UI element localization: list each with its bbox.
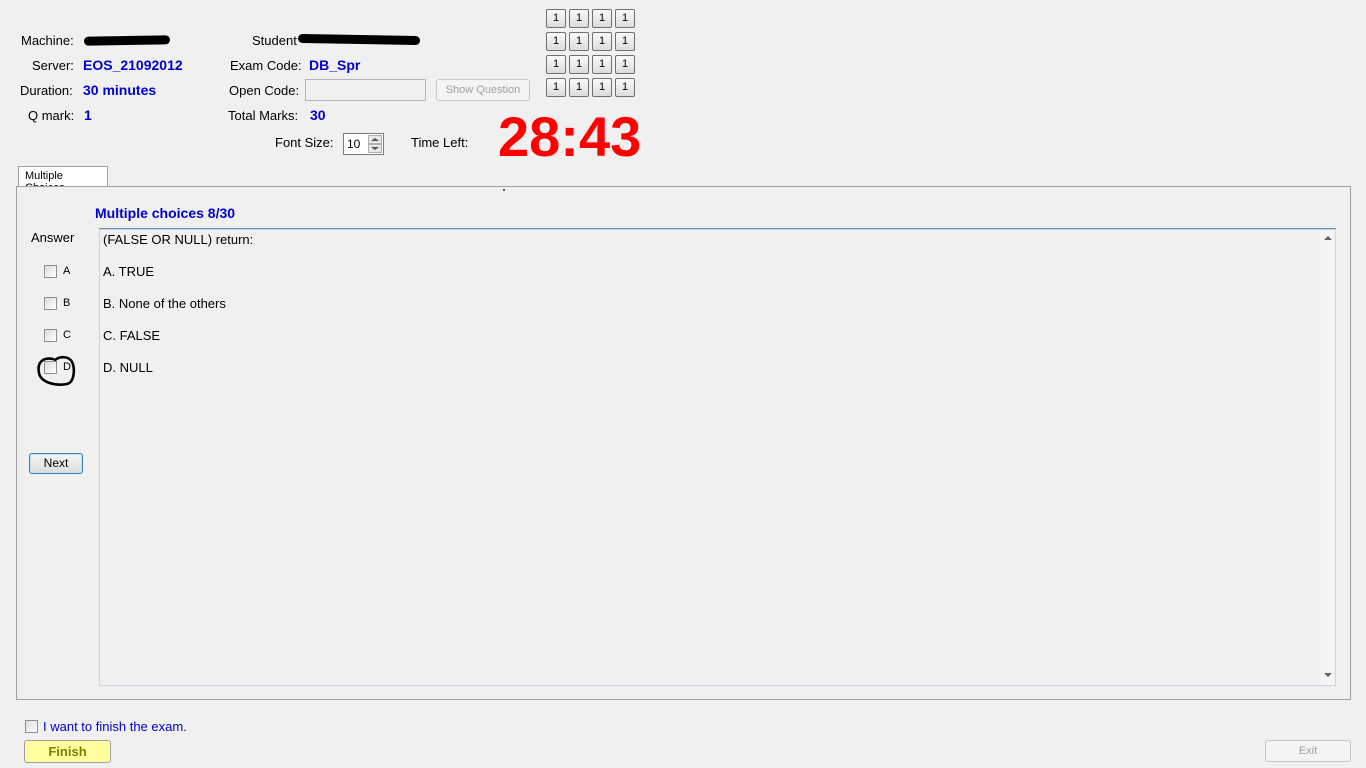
student-redaction [297,33,421,46]
answer-checkbox-a-label: A [63,265,71,277]
option-d-text: D. NULL [103,360,153,375]
question-grid-button[interactable]: 1 [569,9,589,28]
machine-label: Machine: [21,33,74,48]
total-marks-label: Total Marks: [228,108,299,123]
tab-multiple-choices[interactable]: Multiple Choices [18,166,108,194]
question-grid-button[interactable]: 1 [615,9,635,28]
open-code-label: Open Code: [229,83,300,98]
duration-value: 30 minutes [83,82,157,98]
hand-drawn-circle-annotation [37,355,76,386]
panel-dot [503,189,505,191]
option-c-text: C. FALSE [103,328,161,343]
question-scrollbar[interactable] [1320,230,1335,685]
question-grid-button[interactable]: 1 [569,55,589,74]
show-question-button[interactable]: Show Question [436,79,530,101]
spinner-up-button[interactable] [368,135,382,144]
question-grid-button[interactable]: 1 [592,78,612,97]
exit-button[interactable]: Exit [1265,740,1351,762]
question-grid-button[interactable]: 1 [615,32,635,51]
qmark-value: 1 [84,107,92,123]
question-stem: (FALSE OR NULL) return: [103,232,254,247]
duration-label: Duration: [20,83,73,98]
student-label: Student [252,33,297,48]
question-grid-button[interactable]: 1 [546,9,566,28]
question-grid-button[interactable]: 1 [592,55,612,74]
question-grid-button[interactable]: 1 [546,32,566,51]
spinner-down-icon [371,147,379,150]
option-b-text: B. None of the others [103,296,226,311]
exam-code-value: DB_Spr [309,57,361,73]
open-code-input[interactable] [305,79,426,101]
timer-value: 28:43 [498,105,642,168]
answer-checkbox-c[interactable] [44,329,57,342]
question-grid-button[interactable]: 1 [592,9,612,28]
scroll-up-icon[interactable] [1324,236,1332,240]
answer-checkbox-a[interactable] [44,265,57,278]
font-size-label: Font Size: [275,135,334,150]
question-grid-button[interactable]: 1 [546,78,566,97]
next-button[interactable]: Next [29,453,83,474]
finish-exam-checkbox-label: I want to finish the exam. [43,719,187,734]
answer-checkbox-c-label: C [63,329,71,341]
time-left-label: Time Left: [411,135,469,150]
scroll-down-icon[interactable] [1324,673,1332,677]
question-grid-button[interactable]: 1 [569,78,589,97]
qmark-label: Q mark: [28,108,75,123]
server-value: EOS_21092012 [83,57,183,73]
question-grid-button[interactable]: 1 [615,78,635,97]
total-marks-value: 30 [310,107,326,123]
answer-checkbox-b-label: B [63,297,71,309]
spinner-up-icon [371,138,379,141]
server-label: Server: [32,58,74,73]
machine-redaction [83,35,171,46]
answer-checkbox-b[interactable] [44,297,57,310]
font-size-spinner[interactable]: 10 [343,133,384,155]
exam-code-label: Exam Code: [230,58,302,73]
font-size-value: 10 [347,137,361,151]
question-grid-button[interactable]: 1 [546,55,566,74]
finish-exam-checkbox[interactable] [25,720,38,733]
question-grid-button[interactable]: 1 [569,32,589,51]
question-heading: Multiple choices 8/30 [95,205,236,221]
question-grid-button[interactable]: 1 [592,32,612,51]
question-text-area[interactable] [99,229,1336,686]
option-a-text: A. TRUE [103,264,155,279]
answer-label: Answer [31,230,75,245]
finish-button[interactable]: Finish [24,740,111,763]
question-grid-button[interactable]: 1 [615,55,635,74]
spinner-down-button[interactable] [368,144,382,153]
